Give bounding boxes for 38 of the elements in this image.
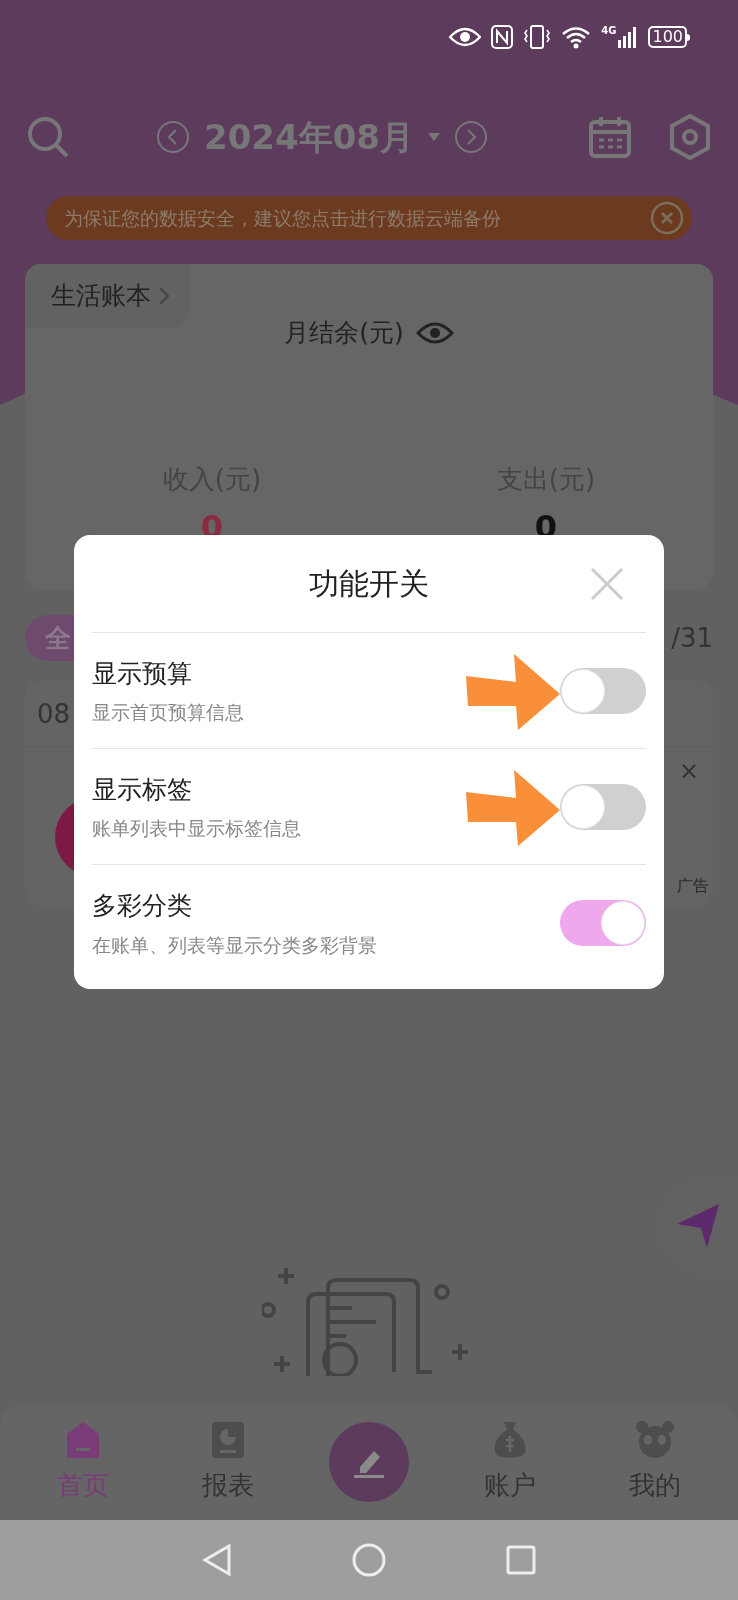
chevron-right-icon <box>159 287 169 305</box>
account-book-selector[interactable]: 生活账本 <box>25 264 191 328</box>
toggle-switch[interactable] <box>560 667 646 714</box>
setting-description: 在账单、列表等显示分类多彩背景 <box>92 932 378 958</box>
settings-icon[interactable] <box>668 114 712 160</box>
eye-icon <box>449 27 482 47</box>
backup-message: 为保证您的数据安全，建议您点击进行数据云端备份 <box>64 205 502 231</box>
setting-description: 账单列表中显示标签信息 <box>92 816 302 841</box>
vibrate-icon <box>523 25 552 49</box>
recents-icon[interactable] <box>506 1545 536 1575</box>
setting-description: 显示首页预算信息 <box>92 700 245 725</box>
next-month-icon[interactable] <box>453 120 488 154</box>
network-label: 4G <box>601 26 617 36</box>
battery-indicator: 100 <box>648 26 687 48</box>
setting-title: 显示标签 <box>92 773 193 806</box>
toggle-switch[interactable] <box>560 900 646 946</box>
search-icon[interactable] <box>26 115 70 159</box>
back-icon[interactable] <box>202 1543 232 1577</box>
dropdown-caret-icon[interactable] <box>427 133 440 141</box>
eye-icon[interactable] <box>415 320 454 345</box>
dialog-title: 功能开关 <box>309 565 429 603</box>
wifi-icon <box>561 25 592 49</box>
ad-close-button[interactable]: × <box>678 753 699 789</box>
backup-banner[interactable]: 为保证您的数据安全，建议您点击进行数据云端备份 <box>46 196 692 240</box>
setting-title: 多彩分类 <box>92 890 193 922</box>
home-icon[interactable] <box>352 1543 386 1577</box>
nfc-icon <box>491 25 514 49</box>
send-icon <box>677 1204 719 1248</box>
calendar-icon[interactable] <box>588 115 632 159</box>
signal-icon <box>618 26 639 48</box>
close-icon[interactable] <box>650 201 684 235</box>
toggle-switch[interactable] <box>560 783 646 830</box>
month-selector[interactable]: 2024年08月 <box>204 111 414 163</box>
previous-month-icon[interactable] <box>156 120 190 154</box>
ad-label: 广告 <box>677 875 709 897</box>
setting-title: 显示预算 <box>92 657 193 690</box>
panda-icon <box>635 1419 676 1460</box>
balance-label: 月结余(元) <box>284 317 404 349</box>
